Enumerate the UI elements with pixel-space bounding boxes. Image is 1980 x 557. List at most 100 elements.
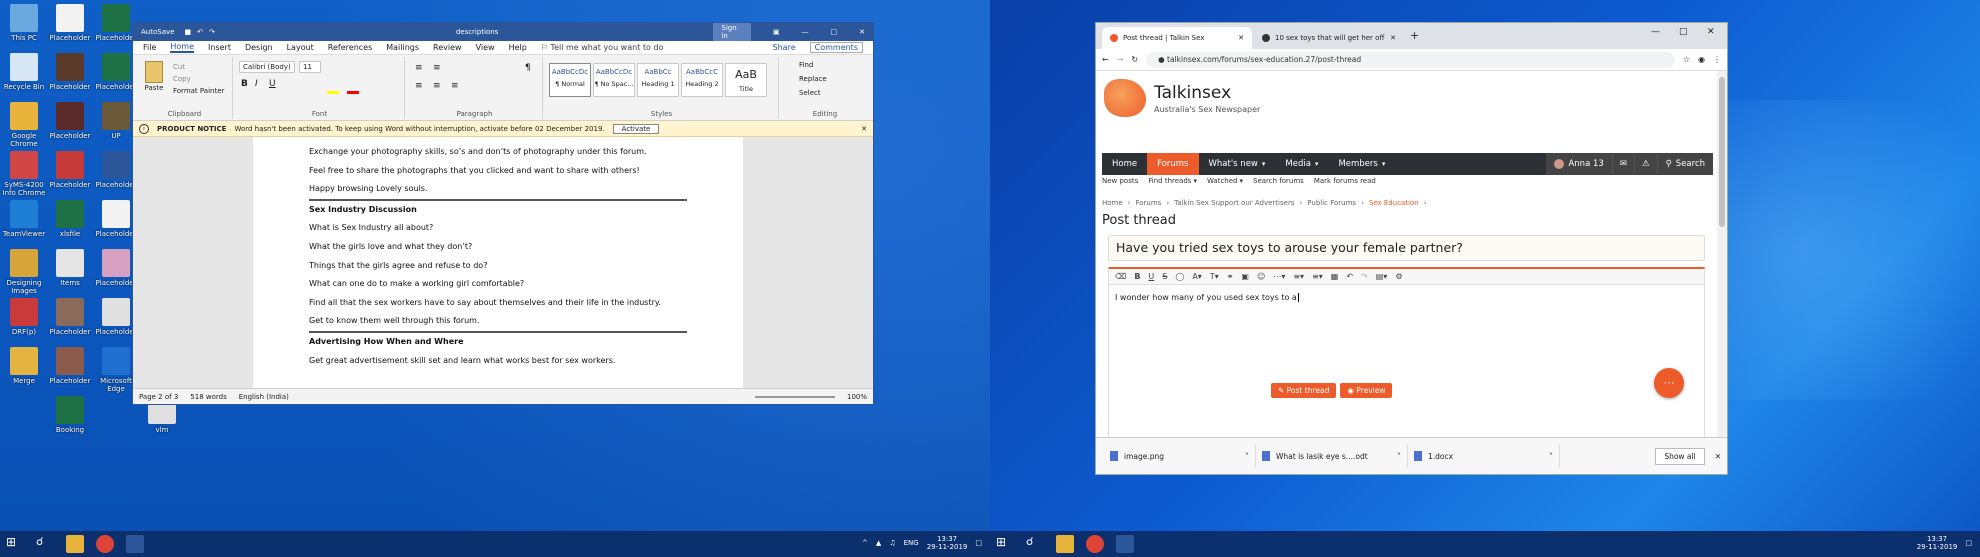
breadcrumb-item[interactable]: Public Forums: [1307, 199, 1356, 207]
tab-post-thread[interactable]: Post thread | Talkin Sex ✕: [1102, 27, 1252, 49]
language-indicator[interactable]: ENG: [904, 539, 919, 547]
notice-close-icon[interactable]: ✕: [861, 125, 867, 133]
desktop-icon[interactable]: Placeholder: [48, 347, 92, 385]
post-thread-button[interactable]: ✎ Post thread: [1271, 383, 1337, 398]
subnav-item[interactable]: Watched ▾: [1207, 177, 1243, 185]
document-paragraph[interactable]: Get great advertisement skill set and le…: [309, 352, 687, 371]
download-item[interactable]: 1.docx ˄: [1408, 444, 1560, 468]
show-all-button[interactable]: Show all: [1655, 447, 1705, 465]
nav-members[interactable]: Members ▾: [1328, 153, 1395, 175]
paste-button[interactable]: Paste: [141, 61, 167, 92]
ribbon-tab-file[interactable]: File: [143, 43, 156, 52]
redo-icon[interactable]: ↷: [1361, 272, 1368, 281]
style-item[interactable]: AaBbCcDc ¶ Normal: [549, 63, 591, 97]
save-icon[interactable]: ■: [184, 28, 191, 36]
ribbon-tab-layout[interactable]: Layout: [287, 43, 314, 52]
thread-title-input[interactable]: Have you tried sex toys to arouse your f…: [1108, 235, 1705, 261]
drafts-icon[interactable]: ▤▾: [1376, 272, 1388, 281]
find-button[interactable]: Find: [799, 61, 813, 69]
document-paragraph[interactable]: Find all that the sex workers have to sa…: [309, 294, 687, 313]
word-taskbar-icon[interactable]: [1116, 535, 1134, 553]
chevron-up-icon[interactable]: ˄: [1549, 452, 1553, 461]
autosave-toggle[interactable]: AutoSave: [141, 28, 174, 36]
chevron-up-icon[interactable]: ˄: [1397, 452, 1401, 461]
desktop-icon[interactable]: Placeholder: [48, 4, 92, 42]
chat-fab-button[interactable]: ⋯: [1654, 368, 1684, 398]
undo-icon[interactable]: ↶: [197, 28, 203, 36]
page-scrollbar[interactable]: [1717, 71, 1727, 438]
tell-me-input[interactable]: ⚐ Tell me what you want to do: [541, 43, 664, 52]
notification-icon[interactable]: □: [975, 539, 982, 547]
eraser-icon[interactable]: ⌫: [1115, 272, 1126, 281]
image-icon[interactable]: ▣: [1241, 272, 1249, 281]
ribbon-tab-review[interactable]: Review: [433, 43, 462, 52]
document-paragraph[interactable]: What is Sex Industry all about?: [309, 219, 687, 238]
highlight-color-icon[interactable]: [327, 91, 339, 94]
clock[interactable]: 13:37 29-11-2019: [1917, 535, 1958, 551]
new-tab-button[interactable]: +: [1410, 29, 1419, 42]
desktop-icon[interactable]: TeamViewer: [2, 200, 46, 238]
post-body-textarea[interactable]: I wonder how many of you used sex toys t…: [1109, 285, 1704, 310]
tab-close-icon[interactable]: ✕: [1238, 34, 1244, 42]
breadcrumb-item[interactable]: Talkin Sex Support our Advertisers: [1174, 199, 1294, 207]
ribbon-tab-home[interactable]: Home: [170, 42, 195, 53]
zoom-slider[interactable]: [754, 395, 835, 398]
site-logo-icon[interactable]: [1104, 79, 1146, 117]
desktop-icon[interactable]: DRF(p): [2, 298, 46, 336]
subnav-item[interactable]: Search forums: [1253, 177, 1304, 185]
font-name-select[interactable]: Calibri (Body): [239, 61, 295, 73]
document-paragraph[interactable]: Happy browsing Lovely souls.: [309, 180, 687, 201]
back-icon[interactable]: ←: [1102, 55, 1109, 64]
address-bar[interactable]: ● talkinsex.com/forums/sex-education.27/…: [1146, 51, 1675, 68]
search-icon[interactable]: ☌: [1026, 535, 1044, 553]
redo-icon[interactable]: ↷: [209, 28, 215, 36]
search-icon[interactable]: ☌: [36, 535, 54, 553]
document-heading[interactable]: Advertising How When and Where: [309, 333, 687, 352]
notification-icon[interactable]: □: [1965, 539, 1972, 547]
nav-forums[interactable]: Forums: [1147, 153, 1199, 175]
desktop-icon[interactable]: Placeholder: [48, 151, 92, 189]
select-button[interactable]: Select: [799, 89, 821, 97]
activate-button[interactable]: Activate: [612, 123, 660, 134]
bullets-icon[interactable]: ≡: [415, 63, 423, 73]
nav-home[interactable]: Home: [1102, 153, 1147, 175]
style-item[interactable]: AaB Title: [725, 63, 767, 97]
tab-sex-toys[interactable]: 10 sex toys that will get her off ✕: [1254, 27, 1404, 49]
desktop-icon[interactable]: Designing Images: [2, 249, 46, 295]
reload-icon[interactable]: ↻: [1131, 55, 1138, 64]
document-paragraph[interactable]: What the girls love and what they don’t?: [309, 238, 687, 257]
ribbon-tab-references[interactable]: References: [328, 43, 372, 52]
desktop-icon[interactable]: Placeholder: [48, 298, 92, 336]
list-icon[interactable]: ≡▾: [1312, 272, 1323, 281]
search-button[interactable]: ⚲ Search: [1656, 153, 1713, 175]
underline-button[interactable]: U: [269, 79, 276, 89]
link-icon[interactable]: ⚭: [1227, 272, 1234, 281]
site-logo[interactable]: Talkinsex: [1154, 83, 1231, 103]
shelf-close-icon[interactable]: ✕: [1715, 452, 1721, 461]
table-icon[interactable]: ▦: [1331, 272, 1339, 281]
file-explorer-icon[interactable]: [1056, 535, 1074, 553]
desktop-icon[interactable]: Placeholder: [48, 102, 92, 140]
file-explorer-icon[interactable]: [66, 535, 84, 553]
chevron-up-icon[interactable]: ^: [862, 539, 868, 547]
document-heading[interactable]: Sex Industry Discussion: [309, 201, 687, 220]
undo-icon[interactable]: ↶: [1346, 272, 1353, 281]
style-item[interactable]: AaBbCc Heading 1: [637, 63, 679, 97]
strike-icon[interactable]: S: [1162, 272, 1167, 281]
ribbon-tab-insert[interactable]: Insert: [208, 43, 231, 52]
menu-icon[interactable]: ⋮: [1713, 55, 1721, 64]
ribbon-tab-design[interactable]: Design: [245, 43, 273, 52]
replace-button[interactable]: Replace: [799, 75, 827, 83]
smilie-icon[interactable]: ☺: [1257, 272, 1265, 281]
ribbon-tab-view[interactable]: View: [476, 43, 495, 52]
breadcrumb-item[interactable]: Home: [1102, 199, 1123, 207]
maximize-button[interactable]: □: [831, 28, 838, 36]
tab-close-icon[interactable]: ✕: [1390, 34, 1396, 42]
download-item[interactable]: image.png ˄: [1104, 444, 1256, 468]
network-icon[interactable]: ▲: [876, 539, 881, 547]
nav-media[interactable]: Media ▾: [1275, 153, 1328, 175]
desktop-icon[interactable]: Booking: [48, 396, 92, 434]
desktop-icon[interactable]: Items: [48, 249, 92, 287]
document-paragraph[interactable]: Get to know them well through this forum…: [309, 312, 687, 333]
preview-button[interactable]: ◉ Preview: [1340, 383, 1393, 398]
